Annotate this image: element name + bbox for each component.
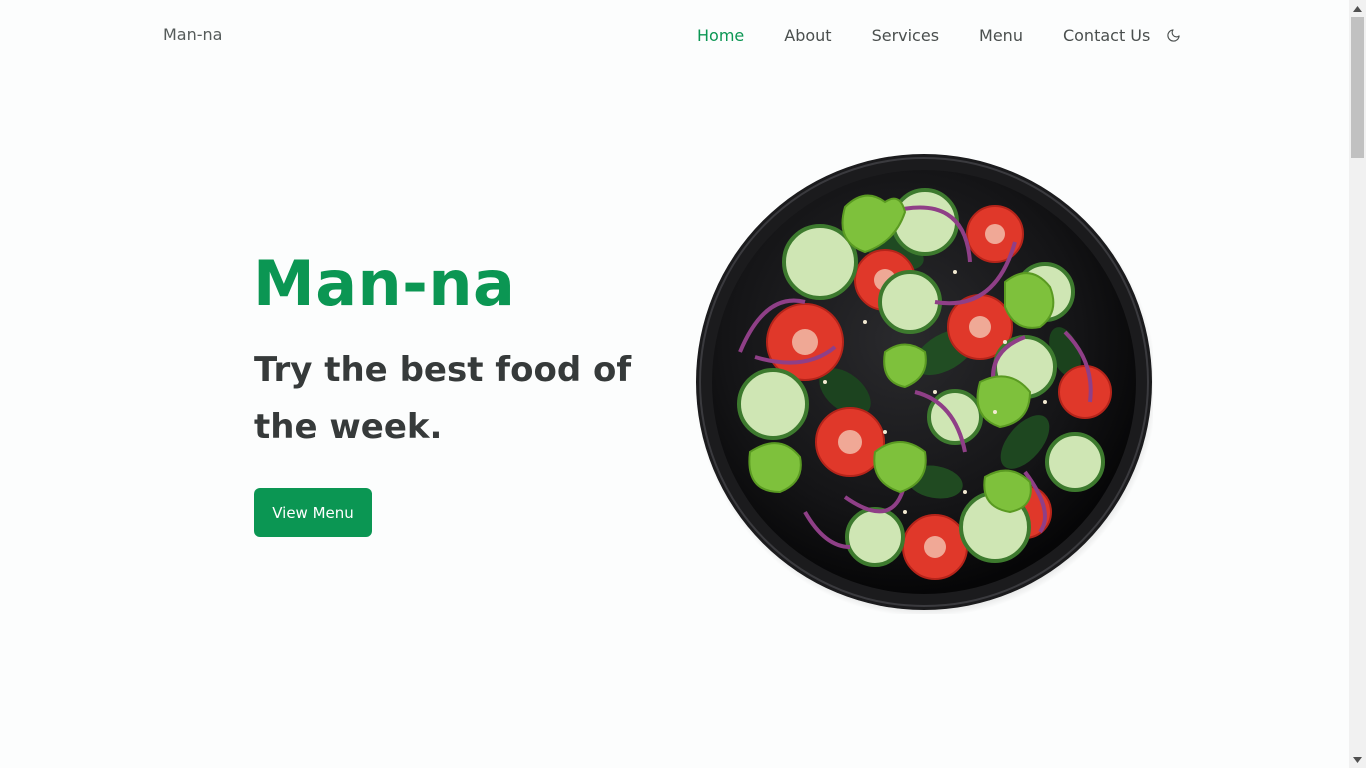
nav-link-home[interactable]: Home [697, 25, 744, 47]
view-menu-button[interactable]: View Menu [254, 488, 372, 537]
salad-plate-image [695, 152, 1157, 617]
nav-link-services[interactable]: Services [872, 25, 939, 47]
main-nav: Home About Services Menu Contact Us [697, 25, 1182, 47]
hero-title: Man-na [253, 247, 516, 320]
vertical-scrollbar[interactable] [1349, 0, 1366, 768]
scroll-down-icon[interactable] [1349, 751, 1366, 768]
page: Man-na Home About Services Menu Contact … [0, 0, 1366, 768]
brand-logo-link[interactable]: Man-na [163, 25, 222, 44]
nav-link-about[interactable]: About [784, 25, 831, 47]
nav-link-contact[interactable]: Contact Us [1063, 25, 1150, 47]
hero-subtitle: Try the best food of the week. [254, 350, 632, 447]
scrollbar-thumb[interactable] [1351, 17, 1364, 158]
scroll-up-icon[interactable] [1349, 0, 1366, 17]
moon-icon[interactable] [1164, 26, 1182, 44]
nav-link-menu[interactable]: Menu [979, 25, 1023, 47]
